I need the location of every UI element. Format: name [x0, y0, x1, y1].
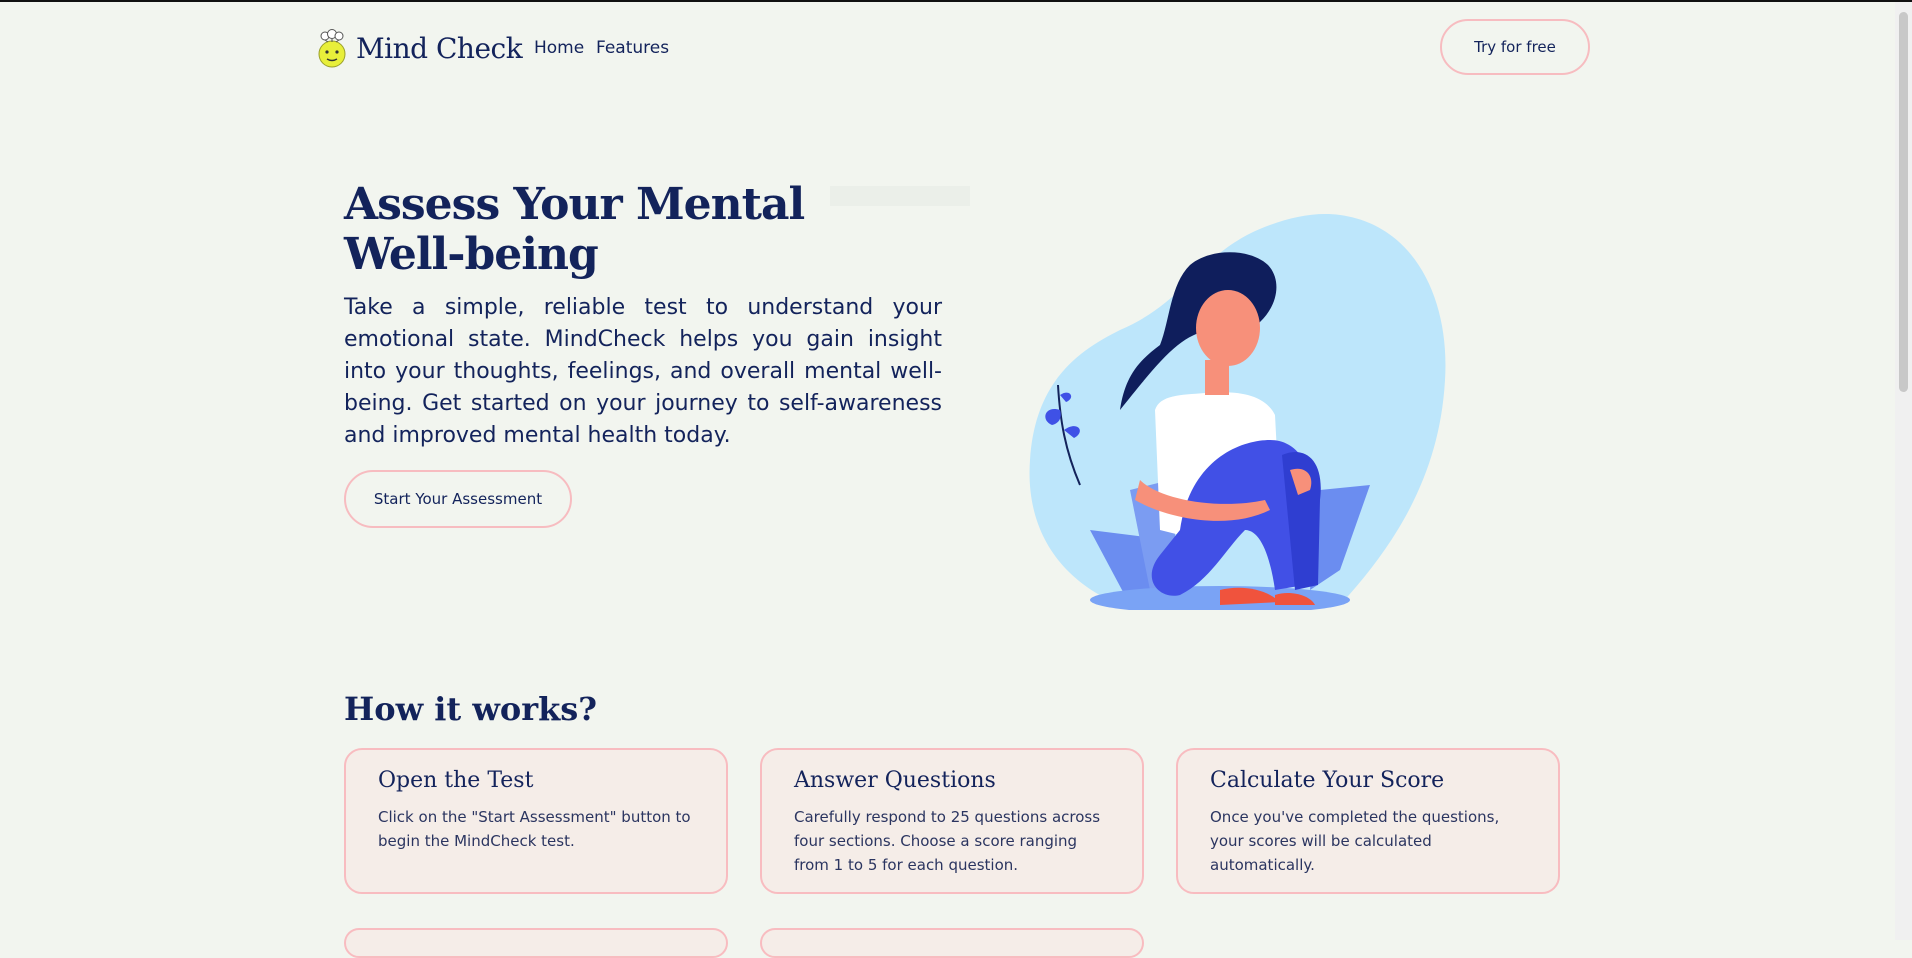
card-text: Click on the "Start Assessment" button t… — [378, 808, 691, 850]
hero-title: Assess Your Mental Well-being — [344, 179, 805, 280]
step-card-open-test: Open the Test Click on the "Start Assess… — [344, 748, 728, 894]
start-assessment-button[interactable]: Start Your Assessment — [344, 470, 572, 528]
card-title: Calculate Your Score — [1210, 768, 1445, 793]
nav-link-features[interactable]: Features — [596, 38, 669, 58]
step-card-partial — [344, 928, 728, 958]
step-card-calculate-score: Calculate Your Score Once you've complet… — [1176, 748, 1560, 894]
nav-link-home[interactable]: Home — [534, 38, 584, 58]
page-scrollbar[interactable] — [1895, 2, 1912, 940]
brain-face-icon — [318, 29, 346, 68]
scrollbar-thumb[interactable] — [1899, 12, 1908, 392]
illustration-face — [1196, 290, 1260, 366]
card-text: Carefully respond to 25 questions across… — [794, 808, 1101, 874]
step-card-partial — [760, 928, 1144, 958]
brand-logo[interactable]: Mind Check — [316, 28, 523, 68]
faint-overlay-label — [830, 186, 970, 206]
step-card-answer-questions: Answer Questions Carefully respond to 25… — [760, 748, 1144, 894]
card-text: Once you've completed the questions, you… — [1210, 808, 1500, 874]
card-title: Answer Questions — [794, 768, 996, 793]
try-for-free-button[interactable]: Try for free — [1440, 19, 1590, 75]
hero-description: Take a simple, reliable test to understa… — [344, 295, 942, 448]
card-title: Open the Test — [378, 768, 534, 793]
how-it-works-title: How it works? — [344, 690, 598, 728]
top-navigation: Mind Check Home Features Try for free — [0, 0, 1895, 100]
hero-illustration — [1029, 214, 1446, 610]
brand-name: Mind Check — [356, 31, 523, 65]
